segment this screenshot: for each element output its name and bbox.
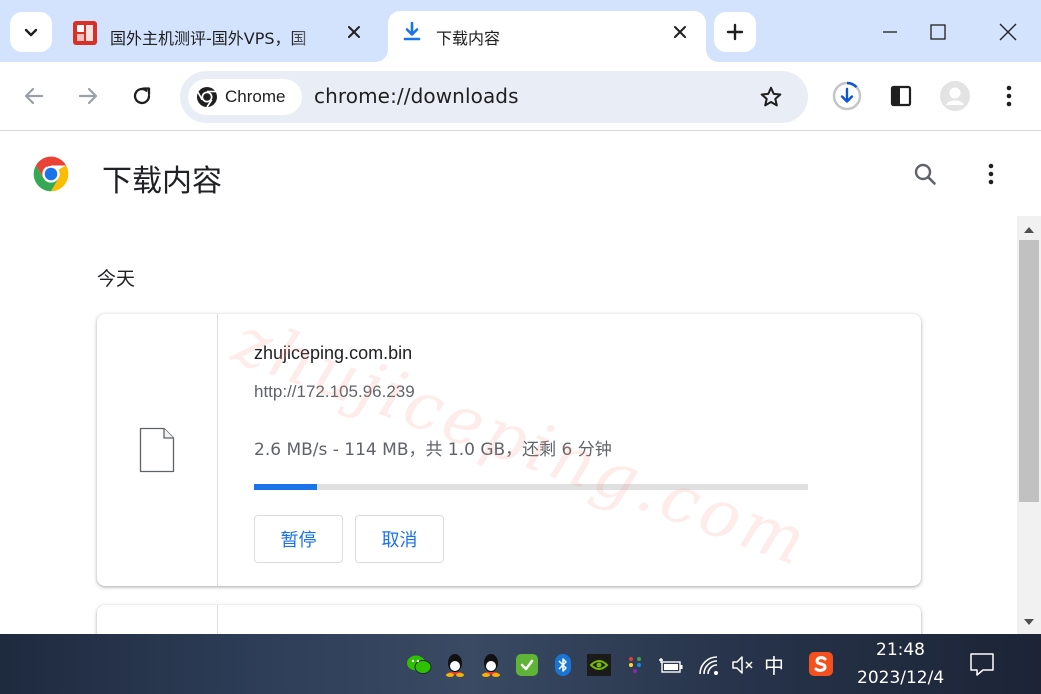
close-icon (348, 26, 360, 38)
profile-avatar-icon (940, 81, 970, 111)
file-icon (139, 427, 175, 473)
site-favicon-icon (73, 21, 97, 45)
page-scrollbar[interactable] (1017, 216, 1041, 634)
download-icon (403, 21, 421, 41)
chrome-menu-button[interactable] (990, 77, 1028, 115)
card-divider (217, 314, 218, 586)
minimize-icon (883, 31, 897, 33)
nvidia-tray[interactable] (586, 652, 612, 678)
side-panel-button[interactable] (882, 77, 920, 115)
network-icon (699, 656, 718, 675)
side-panel-icon (890, 85, 912, 107)
profile-button[interactable] (936, 77, 974, 115)
scroll-down-button[interactable] (1017, 612, 1041, 632)
maximize-button[interactable] (914, 10, 962, 54)
download-item (97, 605, 921, 634)
speaker-muted-icon (732, 656, 753, 674)
date-header: 今天 (97, 268, 136, 290)
pause-button[interactable]: 暂停 (254, 515, 343, 563)
star-icon (760, 86, 782, 107)
back-button[interactable] (15, 77, 53, 115)
chrome-logo-icon (196, 87, 217, 108)
tab-title: 下载内容 (436, 28, 501, 48)
more-vert-icon (1006, 85, 1012, 107)
bluetooth-tray[interactable] (550, 652, 576, 678)
download-status: 2.6 MB/s - 114 MB，共 1.0 GB，还剩 6 分钟 (254, 440, 612, 460)
tab-close-button[interactable] (342, 20, 366, 44)
page-more-button[interactable] (972, 155, 1010, 193)
download-progress-icon (832, 81, 862, 111)
maximize-icon (930, 24, 946, 40)
tab-zhujiceping[interactable]: 国外主机测评-国外VPS，国 (60, 11, 378, 62)
card-divider (217, 605, 218, 634)
battery-tray[interactable] (658, 652, 684, 678)
bluetooth-icon (555, 654, 571, 676)
tab-strip: 国外主机测评-国外VPS，国 下载内容 (0, 0, 1041, 62)
file-name-link[interactable]: zhujiceping.com.bin (254, 343, 412, 364)
tab-search-icon (24, 28, 38, 37)
more-vert-icon (988, 163, 994, 185)
chrome-logo-icon (33, 156, 69, 192)
source-url-link[interactable]: http://172.105.96.239 (254, 382, 415, 402)
download-progress-fill (254, 484, 318, 490)
cancel-button[interactable]: 取消 (355, 515, 444, 563)
tab-close-button[interactable] (668, 20, 692, 44)
reload-icon (133, 87, 151, 105)
wechat-icon (407, 655, 432, 674)
battery-icon (659, 658, 683, 673)
search-icon (914, 163, 936, 185)
notification-icon (970, 653, 994, 676)
arrow-up-icon (1024, 227, 1034, 233)
volume-tray[interactable] (730, 652, 756, 678)
taskbar: 中 21:48 2023/12/4 (0, 634, 1041, 694)
address-bar[interactable]: Chrome chrome://downloads (180, 71, 808, 123)
download-progress-bar (254, 484, 808, 490)
shield-icon (516, 654, 538, 676)
back-icon (24, 87, 44, 105)
app-icon (629, 657, 641, 673)
clock-time[interactable]: 21:48 (876, 640, 925, 660)
forward-button[interactable] (69, 77, 107, 115)
chip-label: Chrome (225, 87, 286, 106)
minimize-button[interactable] (866, 10, 914, 54)
close-icon (674, 26, 686, 38)
notification-center-button[interactable] (968, 650, 996, 678)
clock-date[interactable]: 2023/12/4 (857, 668, 944, 688)
reload-button[interactable] (123, 77, 161, 115)
new-tab-button[interactable] (714, 12, 756, 52)
page-header: 下载内容 (0, 132, 1041, 216)
qq-tray[interactable] (442, 652, 468, 678)
scroll-up-button[interactable] (1017, 220, 1041, 240)
close-window-button[interactable] (984, 10, 1032, 54)
scroll-thumb[interactable] (1019, 240, 1039, 502)
qq-icon (482, 654, 500, 677)
download-item: zhujiceping.com.bin http://172.105.96.23… (97, 314, 921, 586)
downloads-page: 下载内容 今天 zhujiceping.com.bin http://172.1… (0, 132, 1041, 634)
sogou-tray[interactable] (808, 651, 834, 677)
plus-icon (726, 23, 744, 41)
toolbar: Chrome chrome://downloads (0, 62, 1041, 131)
qq-tray-2[interactable] (478, 652, 504, 678)
close-icon (999, 23, 1017, 41)
security-tray[interactable] (514, 652, 540, 678)
tab-search-button[interactable] (10, 12, 52, 52)
nvidia-icon (587, 654, 611, 676)
arrow-down-icon (1024, 619, 1034, 625)
downloads-button[interactable] (828, 77, 866, 115)
sogou-icon (809, 652, 833, 676)
tab-downloads[interactable]: 下载内容 (376, 11, 718, 62)
search-downloads-button[interactable] (906, 155, 944, 193)
ime-indicator[interactable]: 中 (764, 650, 784, 679)
site-info-chip[interactable]: Chrome (188, 79, 302, 115)
page-title: 下载内容 (102, 164, 222, 199)
url-text[interactable]: chrome://downloads (314, 84, 519, 108)
color-app-tray[interactable] (622, 652, 648, 678)
forward-icon (78, 87, 98, 105)
wechat-tray[interactable] (406, 652, 432, 678)
bookmark-button[interactable] (752, 78, 790, 116)
qq-icon (446, 654, 464, 677)
network-tray[interactable] (696, 652, 722, 678)
tab-title: 国外主机测评-国外VPS，国 (110, 28, 307, 48)
